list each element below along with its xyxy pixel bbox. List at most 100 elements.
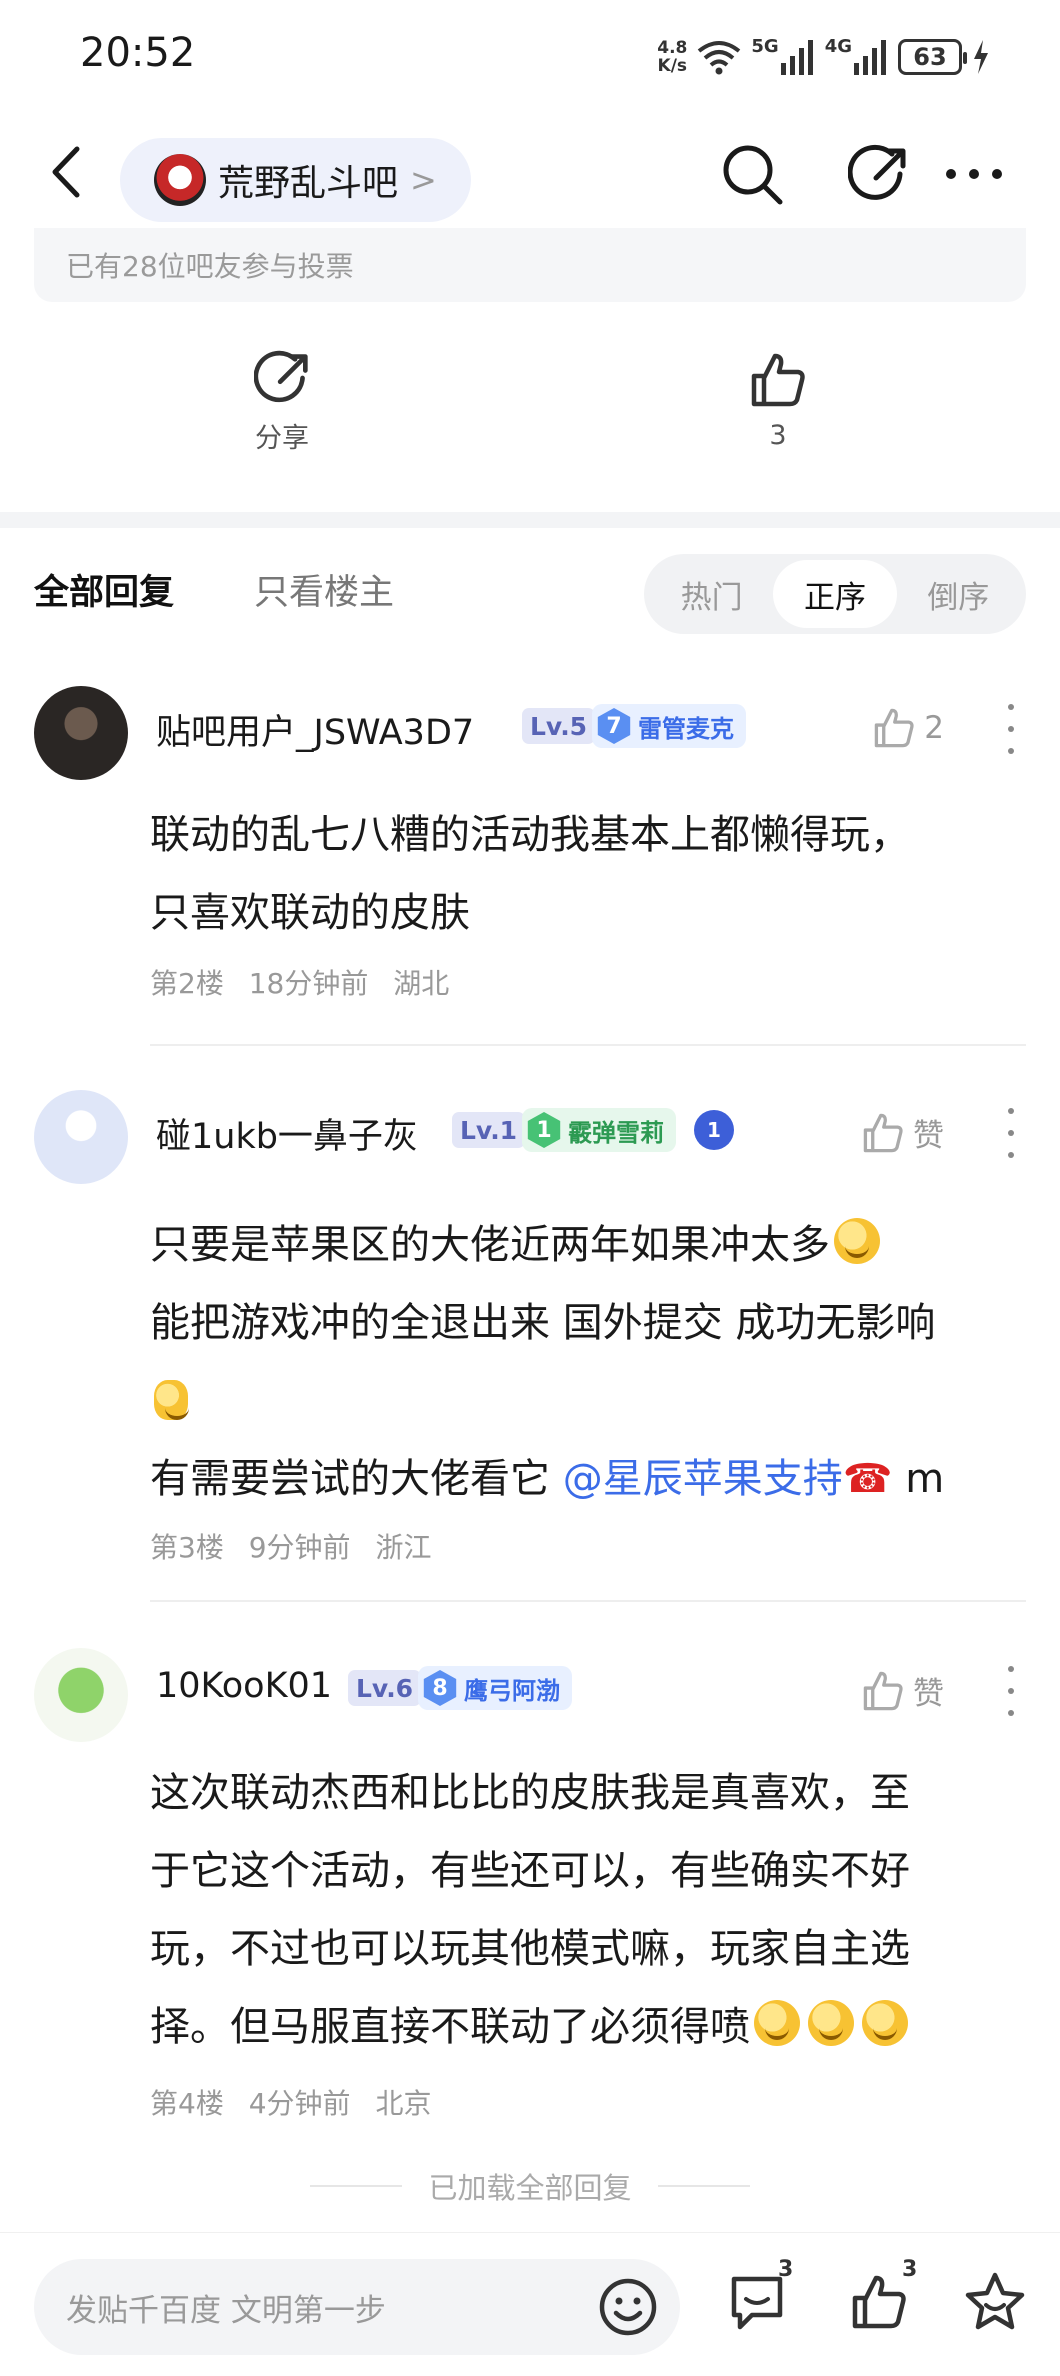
level-badge: Lv.6 [348,1670,422,1706]
reply-like-button[interactable]: 赞 [861,1668,944,1713]
vote-participants-text: 已有28位吧友参与投票 [66,250,354,283]
like-label: 赞 [913,1676,944,1712]
badge-level-icon: 1 [527,1112,561,1148]
avatar[interactable] [34,1090,128,1184]
wifi-icon [698,41,741,75]
sort-ascending[interactable]: 正序 [773,560,897,628]
post-share-action[interactable]: 分享 [202,350,362,455]
reply-more-button[interactable] [996,1666,1026,1716]
reply-location: 湖北 [393,967,450,1000]
emoji-icon[interactable] [598,2277,658,2337]
title-badge: 8 鹰弓阿渤 [418,1666,572,1710]
reply-time: 9分钟前 [248,1531,351,1564]
avatar[interactable] [34,1648,128,1742]
sort-descending[interactable]: 倒序 [897,560,1020,628]
all-replies-loaded: 已加载全部回复 [0,2164,1060,2208]
badge-name: 霰弹雪莉 [568,1118,664,1147]
back-button[interactable] [38,136,94,208]
rank-badge: 1 [694,1110,734,1150]
reply-like-button[interactable]: 赞 [861,1110,944,1155]
section-divider [0,512,1060,528]
badge-level-icon: 7 [597,708,631,744]
emoji-icon [808,2000,854,2046]
loaded-all-text: 已加载全部回复 [428,2171,632,2205]
forum-name: 荒野乱斗吧 [218,163,399,204]
title-badge: 1 霰弹雪莉 [522,1108,676,1152]
thumbs-up-icon [863,1113,903,1152]
post-like-action[interactable]: 3 [698,350,858,451]
reply-content: 这次联动杰西和比比的皮肤我是真喜欢，至 于它这个活动，有些还可以，有些确实不好 … [150,1770,910,2050]
badge-name: 鹰弓阿渤 [464,1676,560,1705]
like-count: 3 [902,2257,918,2282]
reply-content: 只要是苹果区的大佬近两年如果冲太多 能把游戏冲的全退出来 国外提交 成功无影响 … [150,1206,1016,1518]
reply-more-button[interactable] [996,1108,1026,1158]
thumbs-up-icon [751,353,805,407]
search-icon [723,145,783,205]
forum-avatar [154,154,206,206]
vote-summary: 已有28位吧友参与投票 [34,228,1026,302]
chevron-right-icon: > [410,161,437,199]
thumbs-up-icon [875,708,914,748]
share-icon [254,350,308,403]
nav-bar: 荒野乱斗吧 > [0,116,1060,228]
reply-more-button[interactable] [996,704,1026,754]
emoji-icon [154,1380,189,1420]
emoji-icon [862,2000,908,2046]
compose-input[interactable]: 发贴千百度 文明第一步 [34,2259,680,2355]
username[interactable]: 碰1ukb一鼻子灰 [156,1108,418,1159]
status-indicators: 4.8 K/s 5G 4G 63 [657,32,990,82]
share-label: 分享 [255,423,309,454]
thumbs-up-icon [852,2275,906,2329]
title-badge: 7 雷管麦克 [592,704,746,748]
reply-meta: 第4楼 4分钟前 北京 [150,2082,447,2122]
signal-2-label: 4G [824,36,852,57]
reply-filter-row: 全部回复 只看楼主 热门 正序 倒序 [0,528,1060,648]
floor-number: 第3楼 [150,1531,224,1564]
reply-location: 北京 [375,2087,432,2120]
status-bar: 20:52 4.8 K/s 5G 4G 63 [0,0,1060,116]
more-horizontal-icon [946,169,1002,179]
forum-chip[interactable]: 荒野乱斗吧 > [120,138,471,222]
status-time: 20:52 [80,30,196,76]
signal-bars-icon [780,40,813,75]
network-speed: 4.8 K/s [657,38,688,76]
search-button[interactable] [716,138,788,210]
badge-name: 雷管麦克 [638,714,734,743]
charging-icon [974,40,988,74]
mention-link[interactable]: @星辰苹果支持 [563,1456,843,1502]
battery-indicator: 63 [898,39,967,75]
sort-hot[interactable]: 热门 [650,560,773,628]
share-icon [848,144,906,200]
star-icon [965,2272,1025,2330]
post-like-count: 3 [769,420,787,451]
reply-content: 联动的乱七八糟的活动我基本上都懒得玩， 只喜欢联动的皮肤 [150,812,910,936]
tab-op-only[interactable]: 只看楼主 [254,564,394,615]
signal-1-label: 5G [751,36,779,57]
compose-placeholder: 发贴千百度 文明第一步 [66,2292,386,2329]
reply-item: 碰1ukb一鼻子灰 Lv.1 1 霰弹雪莉 1 赞 只要是苹果区的大佬近两年如果… [0,1090,1060,1602]
bottom-bar: 发贴千百度 文明第一步 3 3 [0,2232,1060,2376]
like-count: 2 [924,710,944,746]
favorite-button[interactable] [960,2267,1030,2337]
signal-bars-icon [854,40,886,75]
reply-meta: 第3楼 9分钟前 浙江 [150,1526,447,1566]
emoji-icon [834,1218,880,1264]
emoji-icon [754,2000,800,2046]
share-button[interactable] [842,138,914,210]
sort-toggle: 热门 正序 倒序 [644,554,1026,634]
avatar[interactable] [34,686,128,780]
level-badge: Lv.1 [452,1112,526,1148]
username[interactable]: 10KooK01 [156,1666,332,1706]
reply-like-button[interactable]: 2 [872,706,944,750]
reply-meta: 第2楼 18分钟前 湖北 [150,962,465,1002]
reply-item: 10KooK01 Lv.6 8 鹰弓阿渤 赞 这次联动杰西和比比的皮肤我是真喜欢… [0,1648,1060,2138]
reply-separator [150,1044,1026,1046]
reply-time: 18分钟前 [248,967,369,1000]
post-action-row: 分享 3 [0,350,1060,480]
reply-item: 贴吧用户_JSWA3D7 Lv.5 7 雷管麦克 2 联动的乱七八糟的活动我基本… [0,686,1060,1046]
reply-location: 浙江 [375,1531,432,1564]
tab-all-replies[interactable]: 全部回复 [34,564,174,615]
username[interactable]: 贴吧用户_JSWA3D7 [156,704,474,755]
more-button[interactable] [938,138,1010,210]
comment-count: 3 [778,2257,794,2282]
